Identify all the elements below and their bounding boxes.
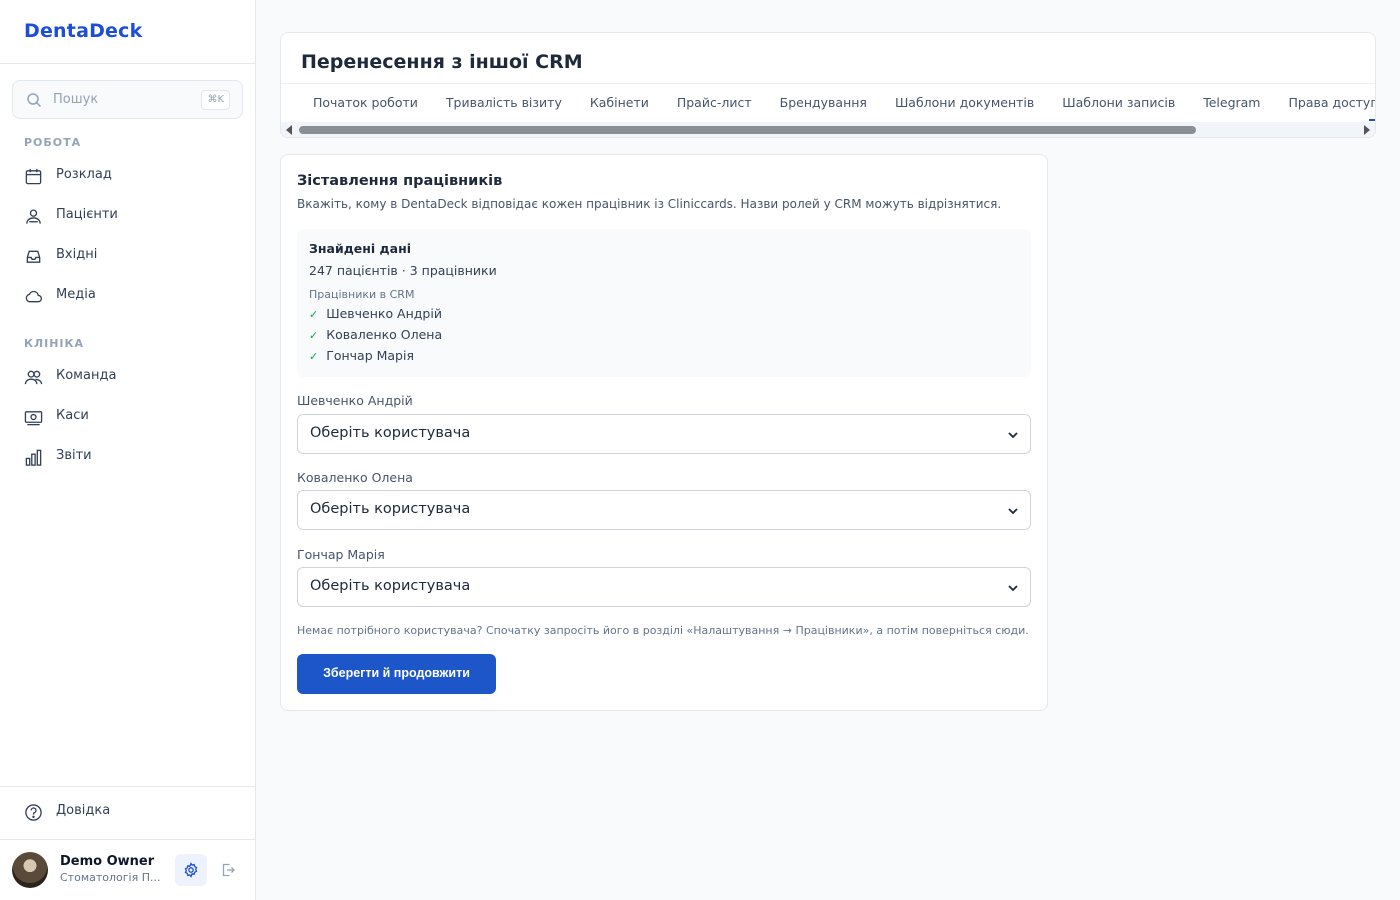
tab-branding[interactable]: Брендування	[780, 95, 867, 110]
tab-telegram[interactable]: Telegram	[1203, 95, 1260, 110]
cash-icon	[24, 411, 43, 426]
select-value: Оберіть користувача	[310, 425, 471, 441]
sidebar-item-patients[interactable]: Пацієнти	[12, 198, 243, 234]
scroll-left-icon[interactable]	[286, 125, 292, 135]
divider	[0, 786, 255, 787]
sidebar-item-label: Звіти	[56, 448, 92, 463]
sidebar-item-media[interactable]: Медіа	[12, 278, 243, 314]
chevron-down-icon	[1008, 585, 1018, 592]
sidebar-item-label: Команда	[56, 368, 117, 383]
tab-getting-started[interactable]: Початок роботи	[313, 95, 418, 110]
field-label-honchar: Гончар Марія	[297, 547, 385, 562]
card-title: Зіставлення працівників	[297, 173, 503, 189]
search-icon	[27, 93, 42, 108]
user-clinic: Стоматологія П...	[60, 871, 161, 884]
sidebar-item-schedule[interactable]: Розклад	[12, 158, 243, 194]
sidebar-item-label: Пацієнти	[56, 207, 118, 222]
help-icon	[25, 804, 42, 821]
list-item: ✓ Гончар Марія	[309, 348, 414, 363]
section-label-work: РОБОТА	[24, 136, 82, 149]
avatar[interactable]	[12, 852, 48, 888]
divider	[0, 839, 255, 840]
calendar-icon	[25, 168, 42, 185]
tabs-scrollbar[interactable]	[281, 122, 1375, 137]
missing-user-hint: Немає потрібного користувача? Спочатку з…	[297, 624, 1029, 637]
scroll-right-icon[interactable]	[1364, 125, 1370, 135]
inbox-icon	[26, 250, 41, 263]
tab-document-templates[interactable]: Шаблони документів	[895, 95, 1034, 110]
chevron-down-icon	[1008, 508, 1018, 515]
staff-mapping-card: Зіставлення працівників Вкажіть, кому в …	[280, 154, 1048, 711]
staff-name: Шевченко Андрій	[326, 306, 442, 321]
page-title: Перенесення з іншої CRM	[301, 51, 583, 73]
sidebar-item-inbox[interactable]: Вхідні	[12, 238, 243, 274]
reports-icon	[25, 449, 42, 466]
search-placeholder: Пошук	[53, 92, 99, 107]
chevron-down-icon	[1008, 432, 1018, 439]
found-data-title: Знайдені дані	[309, 241, 412, 256]
crm-staff-label: Працівники в CRM	[309, 288, 415, 301]
sidebar-item-reports[interactable]: Звіти	[12, 439, 243, 475]
logout-icon	[222, 863, 235, 877]
user-select-kovalenko[interactable]: Оберіть користувача	[297, 490, 1031, 530]
button-label: Зберегти й продовжити	[323, 666, 470, 680]
staff-name: Коваленко Олена	[326, 327, 443, 342]
settings-tabs: Початок роботи Тривалість візиту Кабінет…	[313, 95, 1375, 110]
tab-price-list[interactable]: Прайс-лист	[677, 95, 752, 110]
found-data-panel: Знайдені дані 247 пацієнтів · 3 працівни…	[297, 229, 1031, 377]
divider	[281, 83, 1375, 84]
select-value: Оберіть користувача	[310, 501, 471, 517]
user-name: Demo Owner	[60, 854, 155, 869]
section-label-clinic: КЛІНІКА	[24, 337, 85, 350]
sidebar-item-label: Вхідні	[56, 247, 98, 262]
sidebar-item-help[interactable]: Довідка	[12, 794, 243, 830]
user-select-shevchenko[interactable]: Оберіть користувача	[297, 414, 1031, 454]
tab-record-templates[interactable]: Шаблони записів	[1062, 95, 1175, 110]
select-value: Оберіть користувача	[310, 578, 471, 594]
team-icon	[24, 370, 43, 385]
sidebar-item-label: Медіа	[56, 287, 96, 302]
check-icon: ✓	[309, 350, 319, 363]
sidebar-item-label: Довідка	[56, 803, 111, 818]
settings-button[interactable]	[175, 854, 207, 886]
search-shortcut: ⌘K	[201, 90, 230, 110]
sidebar: DentaDeck Пошук ⌘K РОБОТА Розклад Пацієн…	[0, 0, 256, 900]
logout-button[interactable]	[216, 858, 240, 882]
scrollbar-thumb[interactable]	[299, 126, 1196, 134]
settings-header-card: Перенесення з іншої CRM Початок роботи Т…	[280, 32, 1376, 138]
divider	[0, 63, 255, 64]
search-input[interactable]: Пошук ⌘K	[12, 80, 243, 119]
sidebar-item-label: Розклад	[56, 167, 112, 182]
cloud-icon	[25, 290, 42, 303]
staff-name: Гончар Марія	[326, 348, 414, 363]
tab-access-rights[interactable]: Права доступу	[1288, 95, 1375, 110]
found-data-counts: 247 пацієнтів · 3 працівники	[309, 263, 497, 278]
sidebar-item-cash[interactable]: Каси	[12, 399, 243, 435]
save-and-continue-button[interactable]: Зберегти й продовжити	[297, 654, 496, 694]
sidebar-item-label: Каси	[56, 408, 89, 423]
card-description: Вкажіть, кому в DentaDeck відповідає кож…	[297, 197, 1002, 211]
field-label-kovalenko: Коваленко Олена	[297, 470, 413, 485]
brand-logo[interactable]: DentaDeck	[24, 20, 142, 42]
active-tab-indicator	[1369, 119, 1375, 121]
check-icon: ✓	[309, 329, 319, 342]
gear-icon	[184, 862, 198, 878]
tab-visit-duration[interactable]: Тривалість візиту	[446, 95, 562, 110]
user-select-honchar[interactable]: Оберіть користувача	[297, 567, 1031, 607]
field-label-shevchenko: Шевченко Андрій	[297, 393, 413, 408]
sidebar-item-team[interactable]: Команда	[12, 359, 243, 395]
tab-rooms[interactable]: Кабінети	[590, 95, 649, 110]
patients-icon	[26, 209, 41, 224]
list-item: ✓ Коваленко Олена	[309, 327, 442, 342]
list-item: ✓ Шевченко Андрій	[309, 306, 442, 321]
check-icon: ✓	[309, 308, 319, 321]
